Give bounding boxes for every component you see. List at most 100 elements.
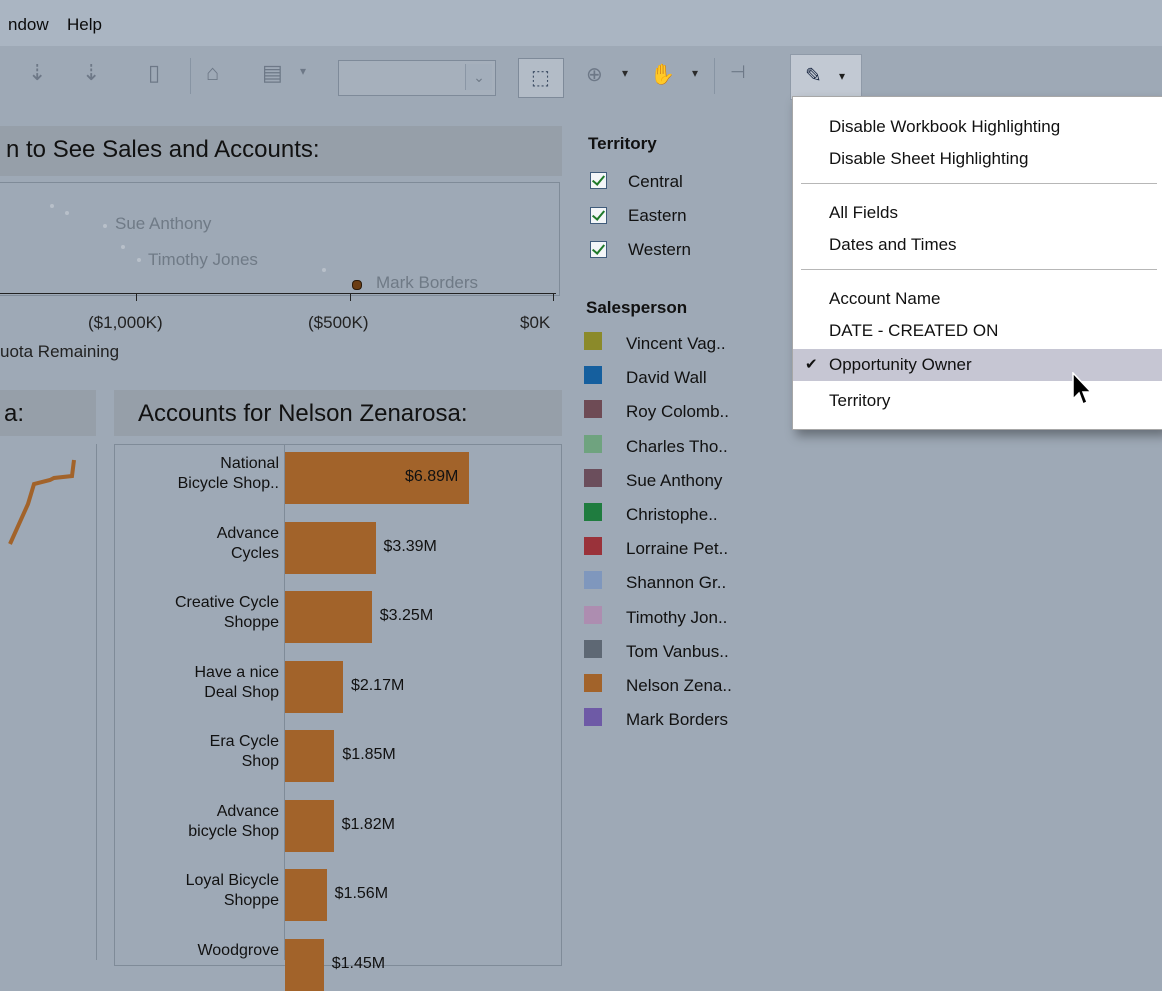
menu-item-dates-times[interactable]: Dates and Times — [793, 229, 1162, 261]
bar[interactable] — [285, 799, 334, 852]
menu-item-disable-workbook[interactable]: Disable Workbook Highlighting — [793, 111, 1162, 143]
select-tool-button[interactable]: ⬚ — [518, 58, 564, 98]
menu-window[interactable]: ndow — [8, 15, 49, 35]
fit-dropdown[interactable]: ⌄ — [338, 60, 496, 96]
highlight-button[interactable]: ✎ ▾ — [790, 54, 862, 100]
scatter-point[interactable] — [121, 245, 125, 249]
legend-swatch[interactable] — [584, 468, 602, 487]
pan-tool-icon[interactable]: ✋ — [650, 62, 675, 87]
menu-item-account-name[interactable]: Account Name — [793, 283, 1162, 315]
bar[interactable] — [285, 660, 343, 713]
pointer-select-icon: ⬚ — [531, 67, 550, 89]
checkmark-icon: ✔ — [805, 356, 818, 373]
zoom-tool-icon[interactable]: ⊕ — [586, 62, 603, 87]
legend-swatch[interactable] — [584, 503, 602, 521]
category-label: Creative Cycle Shoppe — [174, 594, 279, 631]
legend-label[interactable]: Charles Tho.. — [626, 437, 728, 457]
point-label: Mark Borders — [376, 273, 479, 292]
legend-label[interactable]: Shannon Gr.. — [626, 573, 726, 593]
category-label: Loyal Bicycle Shoppe — [185, 872, 279, 909]
salesperson-legend-title: Salesperson — [586, 298, 688, 317]
legend-swatch[interactable] — [584, 571, 602, 590]
scatter-point[interactable] — [103, 224, 107, 228]
legend-swatch[interactable] — [584, 674, 602, 692]
salesperson-legend: Vincent Vag.. David Wall Roy Colomb.. Charl… — [582, 332, 792, 812]
scatter-point-highlighted[interactable] — [352, 280, 362, 290]
line-series[interactable] — [8, 459, 76, 545]
bar-value-label: $1.56M — [334, 885, 389, 902]
scatter-point[interactable] — [65, 211, 69, 215]
menu-bar: ndow Help — [0, 0, 1162, 47]
chevron-down-icon[interactable]: ▾ — [300, 64, 306, 78]
bar[interactable] — [285, 521, 376, 574]
legend-label[interactable]: David Wall — [626, 368, 707, 388]
chevron-down-icon[interactable]: ▾ — [622, 66, 628, 80]
legend-label[interactable]: Roy Colomb.. — [626, 402, 729, 422]
fit-icon[interactable]: ▤ — [262, 60, 283, 86]
chevron-down-icon[interactable]: ⌄ — [465, 64, 492, 90]
legend-swatch[interactable] — [584, 400, 602, 419]
toolbar-separator — [190, 58, 191, 94]
accounts-title: Accounts for Nelson Zenarosa: — [138, 400, 468, 427]
legend-swatch[interactable] — [584, 605, 602, 624]
legend-label[interactable]: Sue Anthony — [626, 471, 722, 491]
scatter-point[interactable] — [322, 268, 326, 272]
line-chart-fragment[interactable] — [0, 440, 96, 580]
bar[interactable] — [285, 869, 327, 921]
bar-value-label: $3.39M — [383, 537, 437, 555]
sort-ascending-icon[interactable]: ⇣ — [28, 60, 46, 86]
territory-checkbox[interactable] — [590, 241, 607, 258]
sort-descending-icon[interactable]: ⇣ — [82, 60, 100, 86]
point-label: Sue Anthony — [115, 214, 212, 233]
menu-help[interactable]: Help — [67, 15, 102, 35]
category-label: National Bicycle Shop.. — [177, 455, 279, 492]
left-panel-title-bar: a: — [0, 390, 96, 436]
legend-label[interactable]: Tom Vanbus.. — [626, 642, 729, 662]
menu-item-label: DATE - CREATED ON — [829, 321, 999, 340]
legend-swatch[interactable] — [584, 332, 602, 350]
legend-label[interactable]: Vincent Vag.. — [626, 334, 726, 354]
menu-item-opportunity-owner[interactable]: ✔ Opportunity Owner — [793, 349, 1162, 381]
territory-label[interactable]: Eastern — [628, 206, 687, 226]
chevron-down-icon[interactable]: ▾ — [692, 66, 698, 80]
menu-item-territory[interactable]: Territory — [793, 385, 1162, 417]
menu-item-date-created[interactable]: DATE - CREATED ON — [793, 315, 1162, 347]
category-label: Woodgrove — [197, 941, 279, 959]
axis-tick — [136, 293, 137, 301]
legend-label[interactable]: Lorraine Pet.. — [626, 539, 728, 559]
bar[interactable] — [285, 591, 372, 643]
scatter-point[interactable] — [137, 258, 141, 262]
bar-value-label: $3.25M — [379, 607, 434, 624]
menu-item-label: Territory — [829, 391, 891, 410]
bar-value-label: $6.89M — [405, 468, 459, 485]
legend-label[interactable]: Christophe.. — [626, 505, 718, 525]
menu-item-all-fields[interactable]: All Fields — [793, 197, 1162, 229]
legend-swatch[interactable] — [584, 708, 602, 727]
territory-checkbox[interactable] — [590, 172, 607, 189]
presentation-icon[interactable]: ⌂ — [206, 60, 219, 86]
left-panel-title: a: — [4, 400, 25, 427]
menu-item-disable-sheet[interactable]: Disable Sheet Highlighting — [793, 143, 1162, 175]
attach-icon[interactable]: ▯ — [148, 60, 160, 86]
bar[interactable] — [285, 730, 335, 782]
axis-tick-label: ($500K) — [308, 313, 369, 332]
legend-label[interactable]: Timothy Jon.. — [626, 608, 727, 628]
bar[interactable] — [285, 938, 324, 991]
legend-label[interactable]: Mark Borders — [626, 710, 728, 730]
territory-label[interactable]: Western — [628, 240, 691, 260]
scatter-title-bar: n to See Sales and Accounts: — [0, 126, 562, 176]
highlighter-icon: ✎ — [805, 65, 822, 87]
axis-tick — [350, 293, 351, 301]
toolbar-separator — [714, 58, 715, 94]
bar-value-label: $1.45M — [331, 954, 386, 972]
scatter-point[interactable] — [50, 204, 54, 208]
territory-checkbox[interactable] — [590, 207, 607, 224]
legend-label[interactable]: Nelson Zena.. — [626, 676, 732, 696]
legend-swatch[interactable] — [584, 434, 602, 453]
legend-swatch[interactable] — [584, 366, 602, 385]
territory-label[interactable]: Central — [628, 172, 683, 192]
legend-swatch[interactable] — [584, 537, 602, 556]
menu-item-label: Dates and Times — [829, 235, 957, 254]
pin-icon[interactable]: ⊣ — [730, 62, 746, 83]
legend-swatch[interactable] — [584, 639, 602, 658]
